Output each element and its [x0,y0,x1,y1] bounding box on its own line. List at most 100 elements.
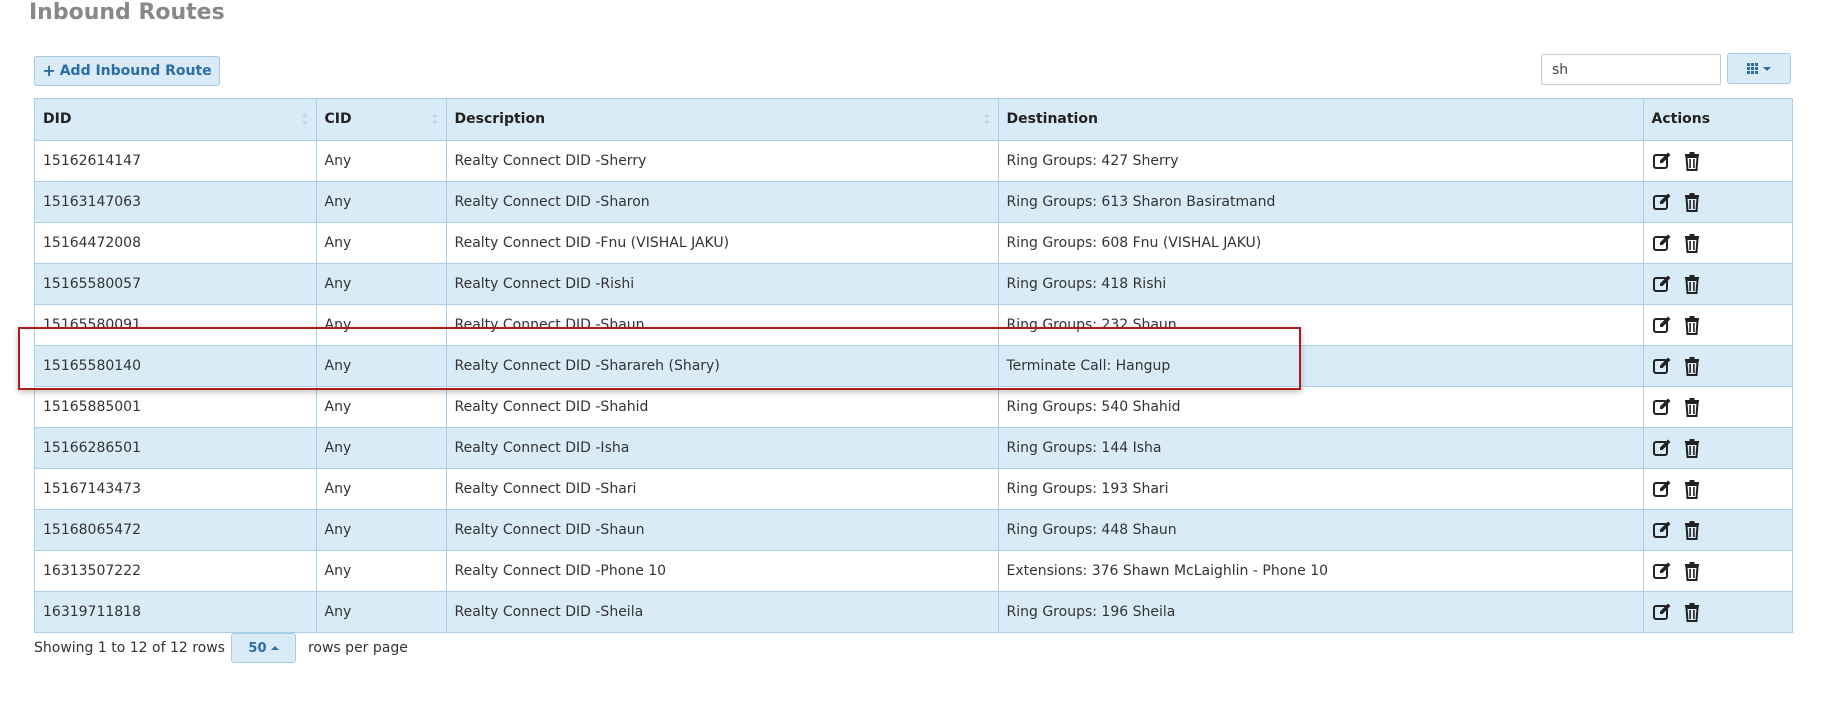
table-row: 15164472008 Any Realty Connect DID -Fnu (V… [35,222,1792,263]
trash-icon[interactable] [1682,192,1702,212]
cell-cid: Any [316,386,447,427]
edit-icon[interactable] [1652,274,1672,294]
cell-description: Realty Connect DID -Sharareh (Shary) [446,345,999,386]
trash-icon[interactable] [1682,561,1702,581]
cell-destination: Ring Groups: 232 Shaun [998,304,1644,345]
cell-description: Realty Connect DID -Sharon [446,181,999,222]
edit-icon[interactable] [1652,520,1672,540]
search-input[interactable] [1541,54,1721,85]
table-row: 15165580057 Any Realty Connect DID -Rishi R… [35,263,1792,304]
cell-did: 15168065472 [35,509,317,550]
cell-cid: Any [316,222,447,263]
page-size-dropdown[interactable]: 50 [230,633,296,663]
column-header-description[interactable]: Description [446,99,999,141]
edit-icon[interactable] [1652,397,1672,417]
column-header-description-label: Description [454,111,546,128]
columns-toggle-button[interactable] [1727,53,1791,84]
cell-destination: Ring Groups: 448 Shaun [998,509,1644,550]
cell-destination: Ring Groups: 196 Sheila [998,591,1644,632]
trash-icon[interactable] [1682,356,1702,376]
cell-cid: Any [316,140,447,181]
table-row: 15166286501 Any Realty Connect DID -Isha Ri… [35,427,1792,468]
table-row: 15162614147 Any Realty Connect DID -Sherry… [35,140,1792,181]
edit-icon[interactable] [1652,192,1672,212]
cell-actions [1643,468,1792,509]
table-row: 15168065472 Any Realty Connect DID -Shaun R… [35,509,1792,550]
cell-did: 15166286501 [35,427,317,468]
plus-icon: + [42,61,56,80]
cell-description: Realty Connect DID -Sherry [446,140,999,181]
cell-actions [1643,263,1792,304]
cell-description: Realty Connect DID -Shaun [446,509,999,550]
edit-icon[interactable] [1652,479,1672,499]
column-header-did-label: DID [43,111,72,128]
sort-icon [301,113,308,126]
inbound-routes-table: DID CID Description Destination Actions … [34,98,1793,633]
cell-actions [1643,427,1792,468]
cell-destination: Ring Groups: 427 Sherry [998,140,1644,181]
table-row: 15165580140 Any Realty Connect DID -Sharar… [35,345,1792,386]
cell-did: 16313507222 [35,550,317,591]
cell-destination: Ring Groups: 144 Isha [998,427,1644,468]
cell-description: Realty Connect DID -Shahid [446,386,999,427]
edit-icon[interactable] [1652,438,1672,458]
cell-description: Realty Connect DID -Isha [446,427,999,468]
cell-cid: Any [316,304,447,345]
cell-cid: Any [316,591,447,632]
caret-down-icon [1763,66,1771,71]
cell-destination: Terminate Call: Hangup [998,345,1644,386]
cell-actions [1643,181,1792,222]
edit-icon[interactable] [1652,356,1672,376]
cell-destination: Extensions: 376 Shawn McLaighlin - Phone… [998,550,1644,591]
trash-icon[interactable] [1682,520,1702,540]
cell-did: 15165580091 [35,304,317,345]
cell-description: Realty Connect DID -Phone 10 [446,550,999,591]
cell-cid: Any [316,427,447,468]
edit-icon[interactable] [1652,602,1672,622]
cell-description: Realty Connect DID -Fnu (VISHAL JAKU) [446,222,999,263]
cell-did: 16319711818 [35,591,317,632]
column-header-actions-label: Actions [1651,111,1711,128]
cell-did: 15162614147 [35,140,317,181]
edit-icon[interactable] [1652,151,1672,171]
page-title: Inbound Routes [29,0,225,25]
cell-destination: Ring Groups: 540 Shahid [998,386,1644,427]
cell-actions [1643,222,1792,263]
cell-destination: Ring Groups: 418 Rishi [998,263,1644,304]
column-header-cid-label: CID [324,111,352,128]
column-header-actions: Actions [1643,99,1792,141]
add-inbound-route-label: Add Inbound Route [59,63,212,79]
edit-icon[interactable] [1652,561,1672,581]
column-header-did[interactable]: DID [35,99,317,141]
trash-icon[interactable] [1682,233,1702,253]
add-inbound-route-button[interactable]: + Add Inbound Route [34,56,220,86]
page-size-value: 50 [248,640,267,656]
pagination-footer: Showing 1 to 12 of 12 rows 50 rows per p… [34,633,408,663]
cell-cid: Any [316,468,447,509]
cell-cid: Any [316,345,447,386]
trash-icon[interactable] [1682,315,1702,335]
cell-destination: Ring Groups: 613 Sharon Basiratmand [998,181,1644,222]
trash-icon[interactable] [1682,438,1702,458]
showing-rows-text: Showing 1 to 12 of 12 rows [34,640,225,656]
trash-icon[interactable] [1682,397,1702,417]
trash-icon[interactable] [1682,479,1702,499]
cell-actions [1643,140,1792,181]
cell-did: 15165580140 [35,345,317,386]
table-row: 15165580091 Any Realty Connect DID -Shaun R… [35,304,1792,345]
edit-icon[interactable] [1652,315,1672,335]
cell-actions [1643,509,1792,550]
cell-cid: Any [316,509,447,550]
table-row: 16313507222 Any Realty Connect DID -Phone … [35,550,1792,591]
column-header-cid[interactable]: CID [316,99,447,141]
edit-icon[interactable] [1652,233,1672,253]
trash-icon[interactable] [1682,602,1702,622]
cell-cid: Any [316,263,447,304]
trash-icon[interactable] [1682,274,1702,294]
cell-actions [1643,345,1792,386]
rows-per-page-label: rows per page [307,640,408,656]
cell-destination: Ring Groups: 193 Shari [998,468,1644,509]
cell-did: 15164472008 [35,222,317,263]
trash-icon[interactable] [1682,151,1702,171]
table-row: 15163147063 Any Realty Connect DID -Sharon… [35,181,1792,222]
